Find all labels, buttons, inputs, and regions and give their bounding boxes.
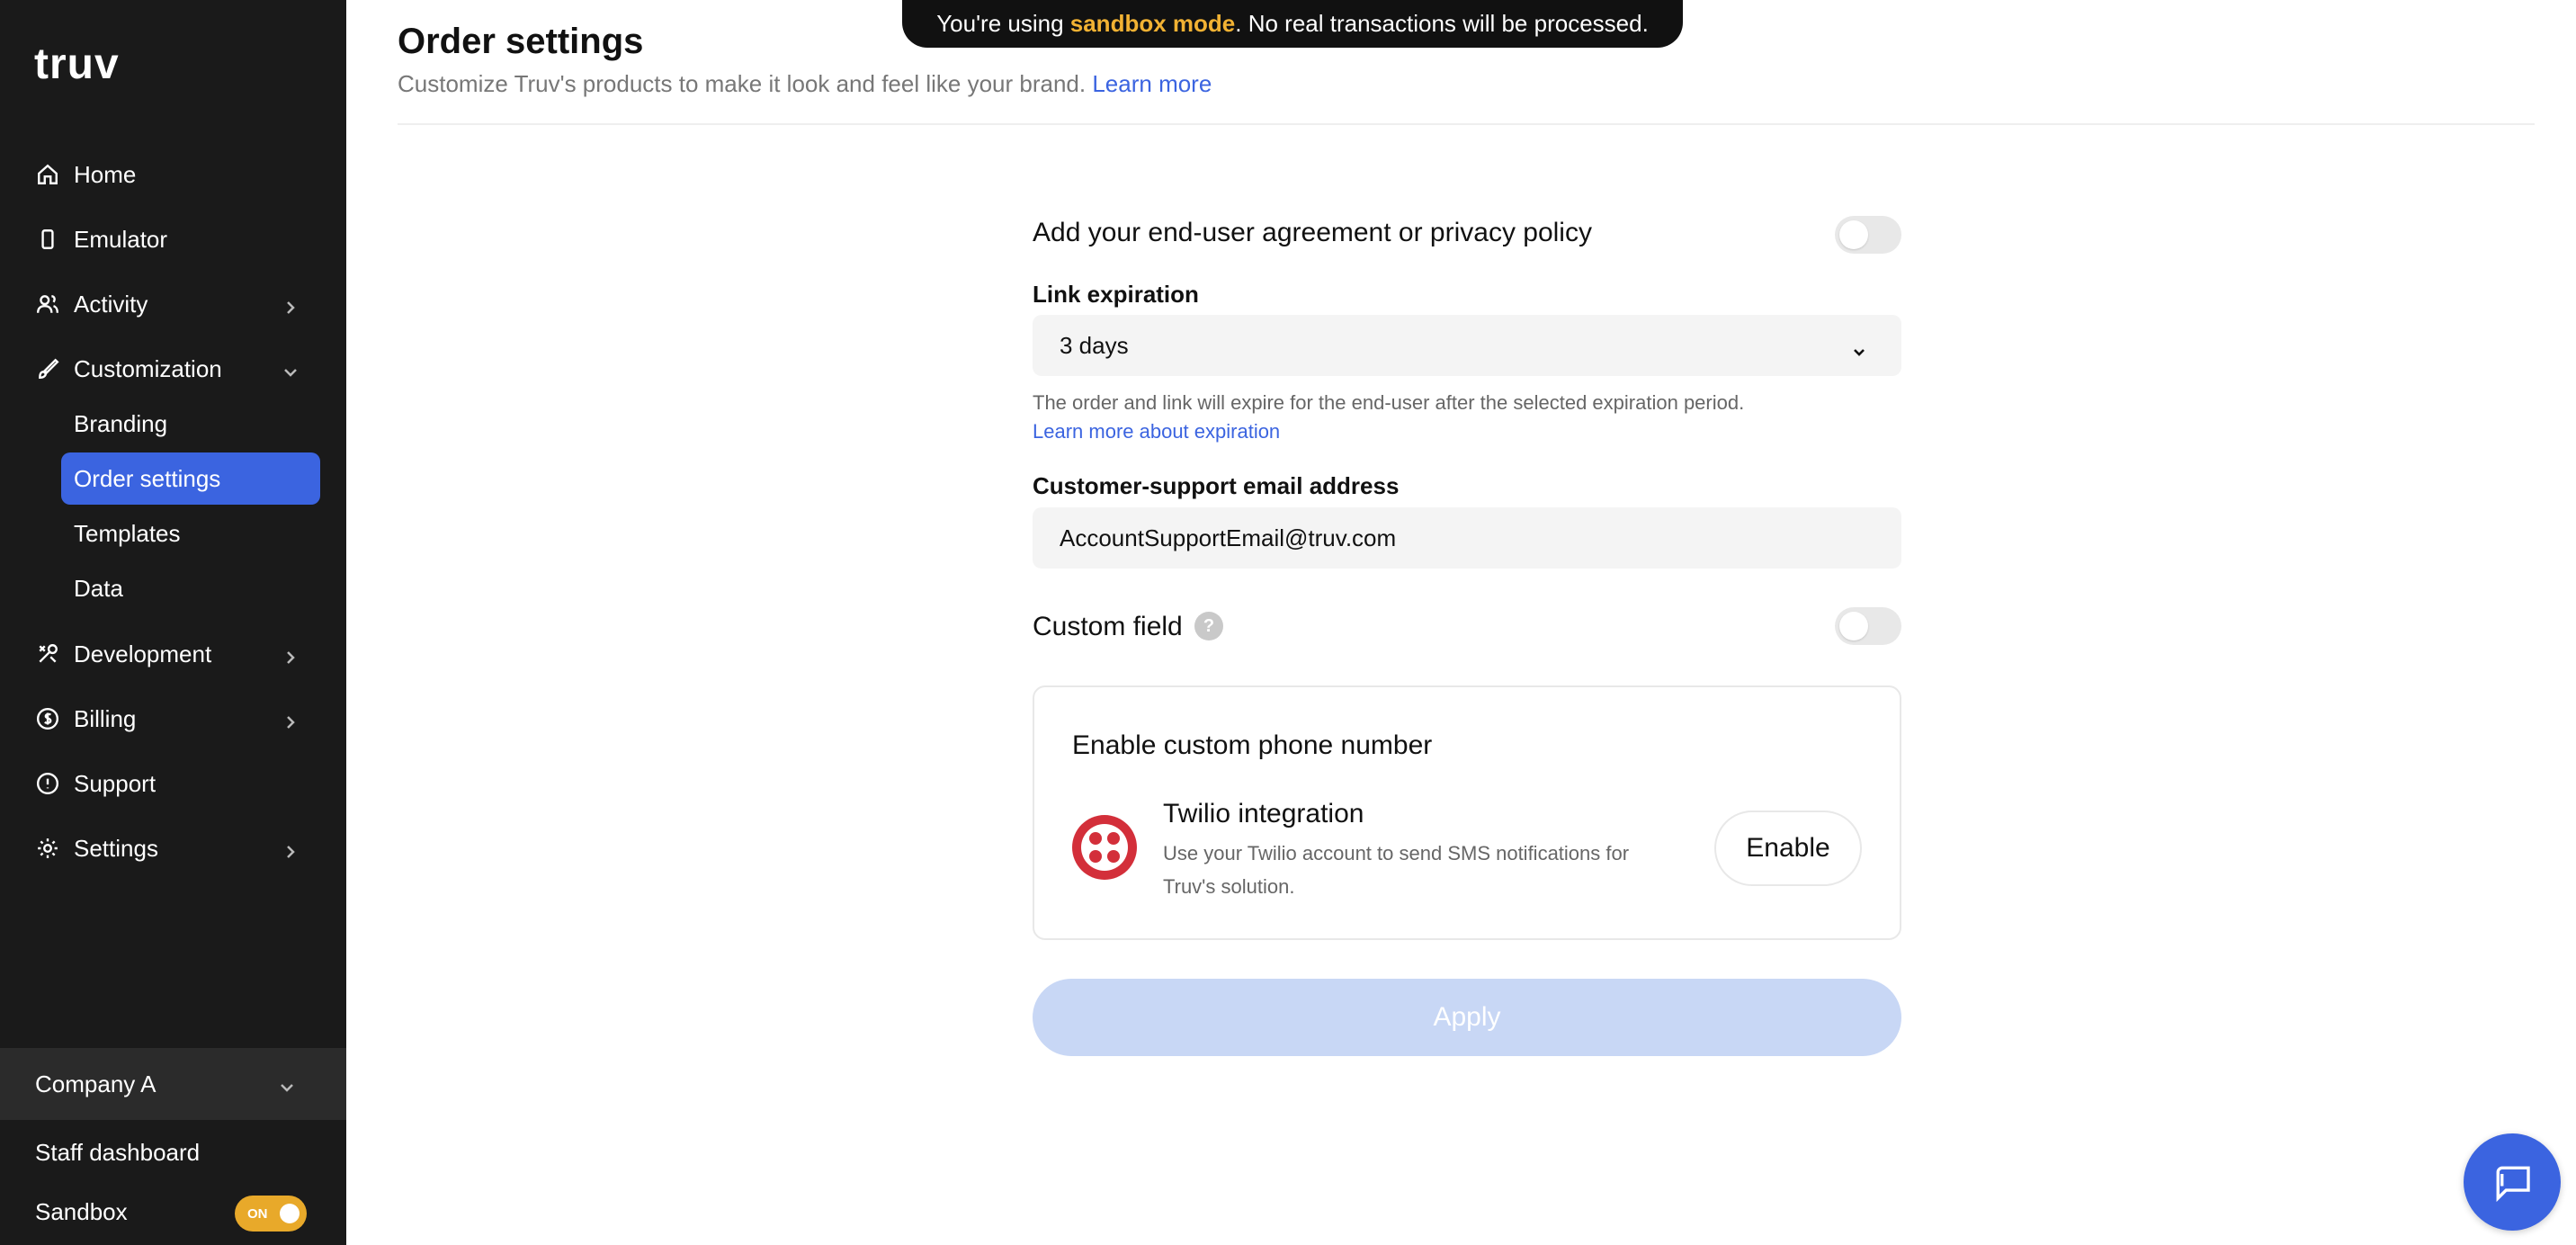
sidebar-item-customization[interactable]: Customization: [0, 344, 346, 394]
sidebar-subitem-data[interactable]: Data: [61, 562, 320, 614]
sidebar-item-home[interactable]: Home: [0, 149, 346, 200]
support-email-label: Customer-support email address: [1033, 472, 1400, 499]
sidebar-item-label: Home: [74, 160, 137, 188]
chevron-down-icon: [1851, 338, 1867, 356]
dollar-icon: [36, 707, 59, 730]
agreement-label: Add your end-user agreement or privacy p…: [1033, 218, 1592, 247]
twilio-name: Twilio integration: [1163, 799, 1364, 829]
sidebar-subitem-order-settings[interactable]: Order settings: [61, 452, 320, 505]
sidebar-item-label: Support: [74, 769, 157, 797]
chat-button[interactable]: [2464, 1133, 2561, 1231]
sidebar-item-label: Activity: [74, 290, 148, 318]
sidebar-item-label: Billing: [74, 704, 137, 732]
agreement-toggle[interactable]: [1835, 216, 1901, 254]
info-icon: [36, 772, 59, 795]
sidebar-item-activity[interactable]: Activity: [0, 279, 346, 329]
header-divider: [398, 123, 2535, 125]
chevron-down-icon: [278, 1075, 296, 1093]
sidebar-item-label: Settings: [74, 834, 158, 862]
toggle-knob: [1839, 612, 1868, 640]
page-subtitle-text: Customize Truv's products to make it loo…: [398, 70, 1087, 97]
chevron-right-icon: [282, 839, 300, 858]
sidebar-item-label: Customization: [74, 354, 222, 382]
toggle-knob: [1839, 220, 1868, 249]
link-expiration-value: 3 days: [1060, 331, 1129, 359]
enable-twilio-button[interactable]: Enable: [1714, 811, 1862, 886]
sidebar-subitem-templates[interactable]: Templates: [61, 507, 320, 560]
sandbox-toggle[interactable]: ON: [235, 1196, 307, 1232]
sidebar-item-support[interactable]: Support: [0, 758, 346, 809]
expiration-help: The order and link will expire for the e…: [1033, 389, 1744, 446]
sidebar: truv Home Emulator Activity Customizatio…: [0, 0, 346, 1245]
learn-more-link[interactable]: Learn more: [1092, 70, 1212, 97]
twilio-description: Use your Twilio account to send SMS noti…: [1163, 842, 1630, 898]
chevron-down-icon: [282, 360, 300, 378]
expiration-learn-more-link[interactable]: Learn more about expiration: [1033, 417, 1744, 446]
custom-field-label: Custom field: [1033, 612, 1183, 641]
link-expiration-label: Link expiration: [1033, 281, 1199, 308]
sidebar-item-label: Development: [74, 640, 212, 667]
sidebar-item-emulator[interactable]: Emulator: [0, 214, 346, 264]
chevron-right-icon: [282, 710, 300, 729]
company-switcher[interactable]: Company A: [0, 1048, 346, 1120]
expiration-help-text: The order and link will expire for the e…: [1033, 391, 1745, 414]
tools-icon: [36, 642, 59, 666]
support-email-field[interactable]: AccountSupportEmail@truv.com: [1033, 507, 1901, 569]
page-subtitle: Customize Truv's products to make it loo…: [398, 70, 1212, 98]
phone-card-title: Enable custom phone number: [1072, 730, 1433, 760]
sandbox-label: Sandbox: [35, 1198, 128, 1225]
apply-button[interactable]: Apply: [1033, 979, 1901, 1056]
chat-icon: [2496, 1166, 2530, 1203]
sidebar-item-label: Emulator: [74, 225, 168, 253]
gear-icon: [36, 837, 59, 860]
staff-dashboard-link[interactable]: Staff dashboard: [35, 1139, 200, 1167]
toggle-knob: [280, 1204, 300, 1223]
sidebar-subitem-branding[interactable]: Branding: [61, 398, 320, 450]
brush-icon: [36, 357, 59, 381]
sidebar-item-billing[interactable]: Billing: [0, 694, 346, 744]
sandbox-banner: You're using sandbox mode. No real trans…: [902, 0, 1683, 48]
company-name: Company A: [35, 1070, 157, 1097]
page-title: Order settings: [398, 22, 644, 61]
chevron-right-icon: [282, 645, 300, 664]
sidebar-item-settings[interactable]: Settings: [0, 823, 346, 873]
help-icon[interactable]: ?: [1194, 612, 1223, 640]
sidebar-item-development[interactable]: Development: [0, 629, 346, 679]
home-icon: [36, 163, 59, 186]
banner-prefix: You're using: [936, 10, 1070, 37]
chevron-right-icon: [282, 295, 300, 314]
sandbox-toggle-label: ON: [247, 1206, 268, 1222]
banner-suffix: . No real transactions will be processed…: [1235, 10, 1649, 37]
device-icon: [36, 228, 59, 251]
link-expiration-select[interactable]: 3 days: [1033, 315, 1901, 376]
banner-highlight: sandbox mode: [1069, 10, 1236, 37]
custom-field-toggle[interactable]: [1835, 607, 1901, 645]
users-icon: [36, 292, 59, 316]
twilio-logo-icon: [1072, 815, 1137, 880]
truv-logo[interactable]: truv: [34, 40, 120, 89]
